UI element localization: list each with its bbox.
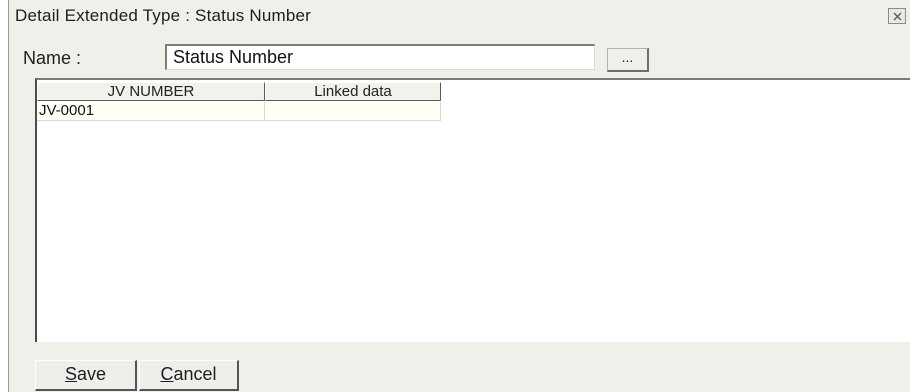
button-bar: Save Cancel	[9, 344, 910, 392]
cancel-button[interactable]: Cancel	[139, 360, 239, 391]
title-bar: Detail Extended Type : Status Number	[9, 0, 910, 32]
save-button[interactable]: Save	[35, 360, 137, 391]
name-input[interactable]	[165, 44, 595, 70]
close-icon	[893, 12, 902, 21]
column-header-linked-data[interactable]: Linked data	[265, 82, 441, 101]
save-label: ave	[76, 364, 107, 384]
data-grid[interactable]: JV NUMBER Linked data JV-0001	[35, 78, 910, 342]
cancel-label: ancel	[173, 364, 217, 384]
save-mnemonic: S	[64, 364, 77, 384]
name-row: Name : ...	[9, 40, 910, 74]
cell-jv-number[interactable]: JV-0001	[37, 102, 265, 121]
name-label: Name :	[23, 48, 82, 68]
close-button[interactable]	[888, 8, 906, 24]
column-header-jv-number[interactable]: JV NUMBER	[37, 82, 265, 101]
detail-extended-type-dialog: Detail Extended Type : Status Number Nam…	[8, 0, 910, 392]
browse-button[interactable]: ...	[607, 48, 649, 72]
cell-linked-data[interactable]	[265, 102, 441, 121]
cancel-mnemonic: C	[160, 364, 174, 384]
window-title: Detail Extended Type : Status Number	[15, 6, 312, 25]
